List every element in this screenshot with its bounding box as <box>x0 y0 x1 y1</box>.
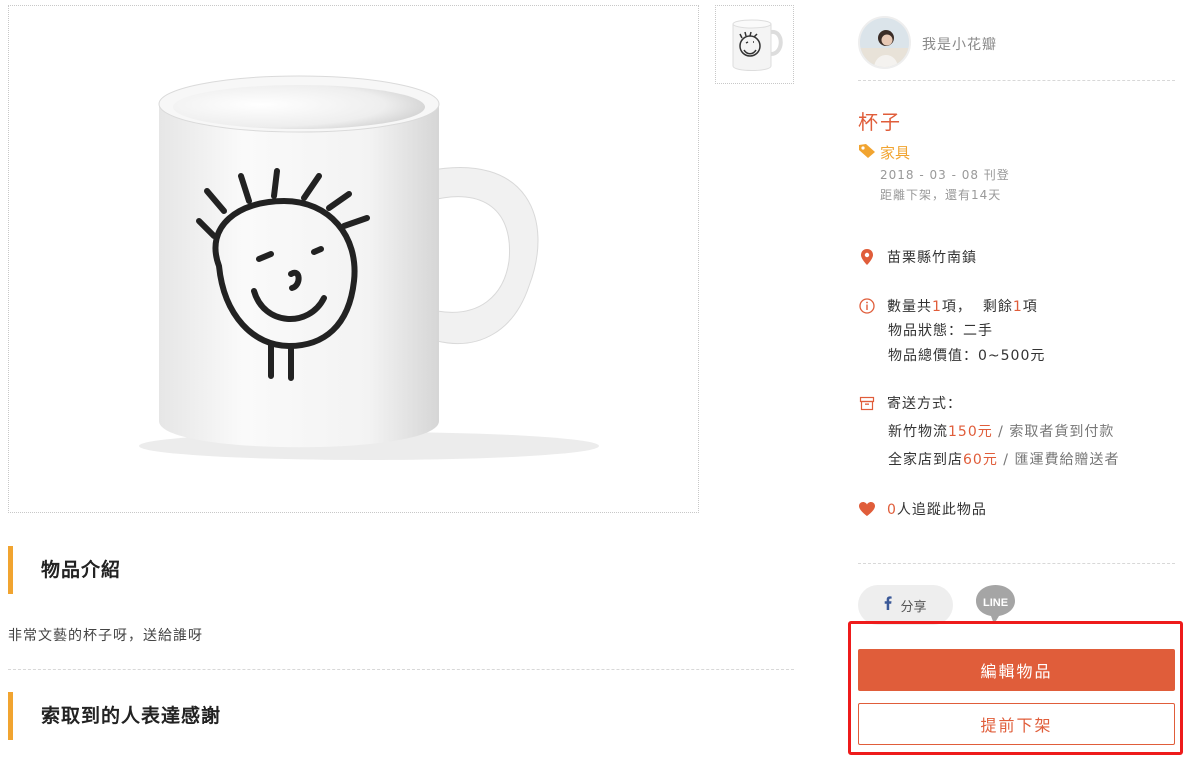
item-condition: 物品狀態：二手 <box>888 323 993 339</box>
thumbnail-image[interactable] <box>715 5 794 84</box>
quantity-row: 數量共1項， 剩餘1項 <box>858 296 1038 316</box>
shipping-note: 索取者貨到付款 <box>1009 424 1115 440</box>
quantity-mid: 項， 剩餘 <box>941 299 1013 315</box>
followers-text: 人追蹤此物品 <box>896 502 987 518</box>
line-share-button[interactable]: LINE <box>974 583 1017 626</box>
share-label: 分享 <box>900 599 927 615</box>
mug-thumbnail <box>732 19 783 71</box>
shipping-option: 新竹物流150元 / 索取者貨到付款 <box>888 421 1114 441</box>
info-circle-icon <box>858 297 876 315</box>
heart-icon[interactable] <box>858 500 876 518</box>
sidebar-divider <box>858 563 1175 564</box>
unlist-early-button[interactable]: 提前下架 <box>858 703 1175 745</box>
shipping-price: 150元 <box>948 424 993 440</box>
quantity-remaining: 1 <box>1012 299 1023 315</box>
shipping-separator: / <box>997 452 1015 468</box>
shipping-method: 全家店到店 <box>888 452 963 468</box>
avatar-photo <box>860 18 909 67</box>
quantity-suffix: 項 <box>1022 299 1038 315</box>
category-tag[interactable]: 家具 <box>858 142 910 163</box>
facebook-icon <box>884 596 893 614</box>
divider <box>8 669 794 670</box>
shipping-label: 寄送方式： <box>887 396 962 412</box>
followers-count: 0 <box>887 502 897 518</box>
shipping-option: 全家店到店60元 / 匯運費給贈送者 <box>888 449 1119 469</box>
section-title-thanks: 索取到的人表達感謝 <box>8 692 221 740</box>
item-description: 非常文藝的杯子呀，送給誰呀 <box>8 628 203 644</box>
line-label: LINE <box>983 597 1008 609</box>
quantity-total: 1 <box>932 299 942 315</box>
category-label: 家具 <box>880 144 911 162</box>
posted-date: 2018 - 03 - 08 刊登 <box>880 168 1010 182</box>
shipping-price: 60元 <box>963 452 998 468</box>
quantity-prefix: 數量共 <box>887 299 932 315</box>
facebook-share-button[interactable]: 分享 <box>858 585 953 625</box>
mug-illustration <box>139 75 599 460</box>
line-icon: LINE <box>976 585 1015 624</box>
shipping-note: 匯運費給贈送者 <box>1014 452 1120 468</box>
section-title-intro: 物品介紹 <box>8 546 121 594</box>
shipping-row: 寄送方式： <box>858 393 962 413</box>
location-text: 苗栗縣竹南鎮 <box>887 250 977 266</box>
shipping-separator: / <box>992 424 1010 440</box>
box-icon <box>858 394 876 412</box>
shipping-method: 新竹物流 <box>888 424 948 440</box>
main-product-image <box>8 5 699 513</box>
owner-name[interactable]: 我是小花瓣 <box>922 34 997 54</box>
edit-item-button[interactable]: 編輯物品 <box>858 649 1175 691</box>
location-row: 苗栗縣竹南鎮 <box>858 247 977 267</box>
map-pin-icon <box>858 248 876 266</box>
item-total-value: 物品總價值：0~500元 <box>888 348 1046 364</box>
item-title: 杯子 <box>858 110 902 134</box>
sidebar-divider <box>858 80 1175 81</box>
avatar[interactable] <box>858 16 911 69</box>
followers-row: 0人追蹤此物品 <box>858 499 987 519</box>
tag-icon <box>858 143 876 163</box>
expiry-notice: 距離下架，還有14天 <box>880 188 1002 202</box>
